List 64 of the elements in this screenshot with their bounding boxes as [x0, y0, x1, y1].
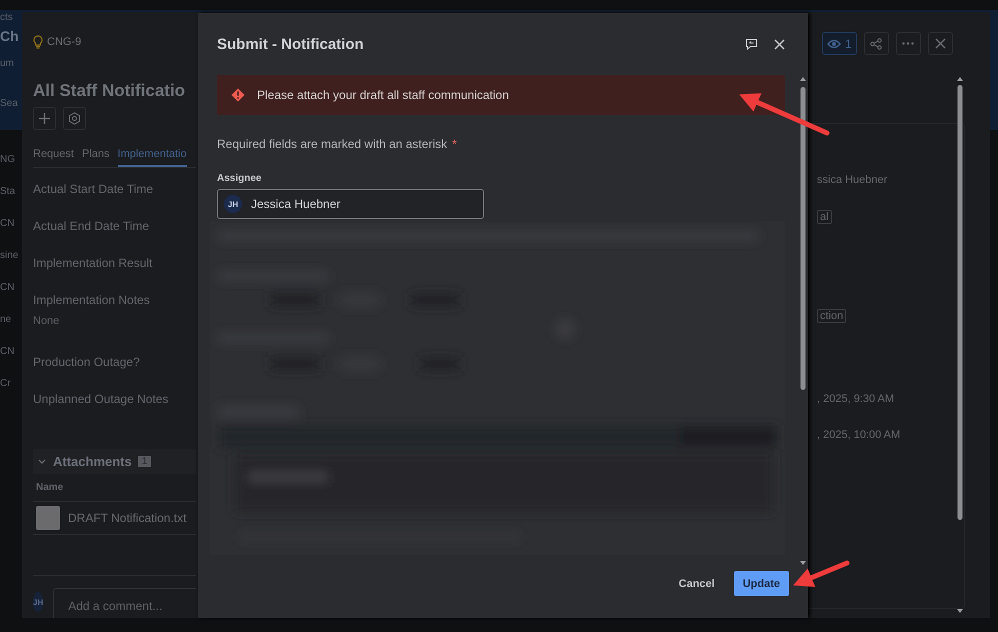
- issue-key[interactable]: CNG-9: [47, 36, 82, 48]
- more-icon: [902, 42, 914, 45]
- field-label: Unplanned Outage Notes: [33, 392, 170, 406]
- detail-value: , 2025, 10:00 AM: [817, 429, 900, 443]
- scrollbar[interactable]: [798, 75, 808, 568]
- truncated-text: Ch: [0, 28, 19, 46]
- list-item[interactable]: sine: [0, 250, 18, 282]
- required-note: Required fields are marked with an asterisk: [217, 137, 448, 152]
- field-value: None: [33, 315, 60, 327]
- field-label: Production Outage?: [33, 355, 141, 369]
- tag: al: [817, 210, 832, 224]
- tab[interactable]: Implementatio: [118, 148, 187, 167]
- more-button[interactable]: [896, 32, 921, 55]
- detail-value: ssica Huebner: [817, 174, 888, 188]
- settings-button[interactable]: [63, 107, 86, 130]
- assignee-name: Jessica Huebner: [251, 197, 340, 212]
- field-label: Actual End Date Time: [33, 219, 150, 233]
- plus-icon: [38, 112, 51, 125]
- page-title: All Staff Notificatio: [33, 81, 186, 101]
- field-label: Implementation Notes: [33, 293, 151, 307]
- required-asterisk: *: [452, 137, 457, 152]
- close-icon: [774, 38, 785, 50]
- share-button[interactable]: [864, 32, 889, 55]
- dialog-title: Submit - Notification: [217, 36, 365, 53]
- error-message: Please attach your draft all staff communication: [257, 88, 509, 102]
- field-label: Implementation Result: [33, 256, 154, 270]
- lightbulb-icon: [33, 35, 43, 49]
- tag: ction: [817, 309, 846, 323]
- field-label: Actual Start Date Time: [33, 182, 154, 196]
- tab[interactable]: Request: [33, 148, 74, 167]
- list-item[interactable]: ne: [0, 314, 12, 346]
- tab[interactable]: Plans: [82, 148, 110, 167]
- eye-icon: [827, 38, 841, 48]
- watchers-button[interactable]: 1: [822, 32, 857, 55]
- truncated-text: Sea: [0, 98, 18, 111]
- detail-value: , 2025, 9:30 AM: [817, 393, 894, 407]
- list-item[interactable]: CN: [0, 346, 14, 378]
- user-avatar: JH: [224, 195, 242, 214]
- comment-field[interactable]: Add a comment...: [53, 588, 196, 618]
- field-label: Assignee: [217, 173, 262, 184]
- annotation-arrow: [793, 560, 850, 587]
- chat-icon: [745, 38, 758, 50]
- truncated-text: cts: [0, 12, 13, 25]
- share-icon: [870, 38, 882, 50]
- truncated-text: um: [0, 58, 14, 71]
- settings-icon: [68, 112, 81, 125]
- list-item[interactable]: CN: [0, 218, 14, 250]
- update-button[interactable]: Update: [734, 571, 789, 596]
- list-item[interactable]: Sta: [0, 186, 16, 218]
- list-item[interactable]: NG: [0, 154, 15, 186]
- close-icon: [934, 38, 946, 49]
- file-thumbnail: [36, 506, 60, 530]
- section-title: Attachments: [53, 454, 132, 469]
- file-name[interactable]: DRAFT Notification.txt: [68, 511, 186, 525]
- chevron-down-icon[interactable]: [37, 458, 47, 466]
- error-icon: [231, 88, 245, 102]
- assignee-field[interactable]: JH Jessica Huebner: [217, 189, 484, 220]
- add-button[interactable]: [33, 107, 56, 130]
- list-item[interactable]: CN: [0, 282, 14, 314]
- column-header: Name: [33, 474, 196, 502]
- user-avatar: JH: [33, 592, 44, 612]
- scrollbar[interactable]: [955, 75, 965, 615]
- cancel-button[interactable]: Cancel: [674, 574, 719, 594]
- list-item[interactable]: Cr: [0, 378, 11, 410]
